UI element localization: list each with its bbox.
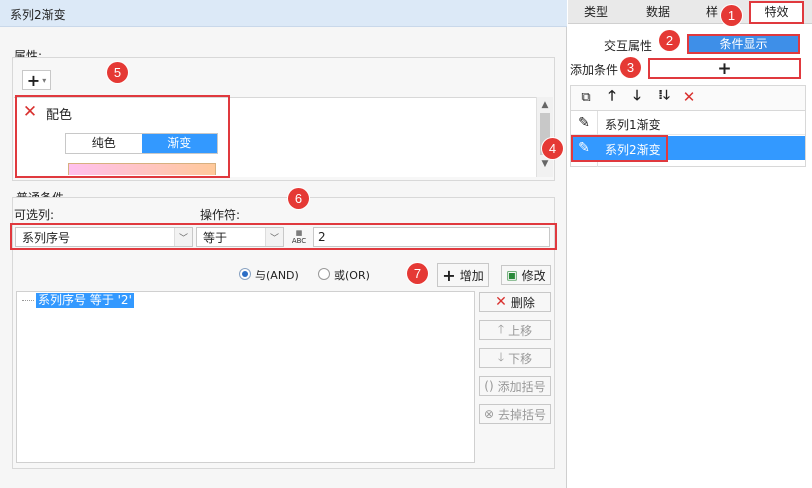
annotation-badge: 5: [107, 62, 128, 83]
tab-type[interactable]: 类型: [574, 0, 618, 24]
gradient-preview[interactable]: [68, 163, 216, 175]
and-label: 与(AND): [255, 269, 299, 282]
annotation-badge: 4: [542, 138, 563, 159]
operator-label: 操作符:: [200, 208, 241, 222]
radio-dot-icon: [242, 271, 248, 277]
operator-select-value: 等于: [203, 230, 228, 245]
condition-list[interactable]: [16, 291, 475, 463]
plus-icon: +: [442, 265, 456, 285]
delete-label: 删除: [510, 295, 535, 310]
list-item-label[interactable]: 系列1渐变: [605, 116, 661, 133]
remove-bracket-button[interactable]: ⊗ 去掉括号: [479, 404, 551, 424]
annotation-badge: 3: [620, 57, 641, 78]
delete-icon[interactable]: ✕: [682, 88, 696, 106]
chevron-down-icon: ﹀: [265, 228, 283, 246]
arrow-up-icon: 🡑: [497, 321, 505, 336]
gradient-option[interactable]: 渐变: [141, 134, 217, 153]
left-title-bar: [0, 0, 567, 27]
move-up-button[interactable]: 🡑 上移: [479, 320, 551, 340]
condition-display-label: 条件显示: [719, 37, 768, 51]
value-type-icon[interactable]: ▦ ABC: [287, 226, 311, 248]
color-mode-switch[interactable]: 纯色 渐变: [65, 133, 218, 154]
remove-bracket-icon: ⊗: [483, 407, 495, 421]
delete-color-icon[interactable]: ✕: [22, 102, 38, 122]
interactive-attr-label[interactable]: 交互属性: [604, 37, 652, 54]
condition-list-item[interactable]: 系列序号 等于 '2': [36, 293, 134, 308]
add-bracket-label: 添加括号: [497, 379, 546, 394]
modify-button[interactable]: ▣ 修改: [501, 265, 551, 285]
column-select-value: 系列序号: [22, 230, 71, 245]
condition-list-connector: [22, 300, 34, 301]
add-property-button[interactable]: + ▾: [22, 70, 51, 90]
annotation-badge: 6: [288, 188, 309, 209]
or-label: 或(OR): [334, 269, 370, 282]
value-input-text: 2: [318, 230, 326, 244]
move-down-button[interactable]: 🡓 下移: [479, 348, 551, 368]
move-bottom-icon[interactable]: ⁞🡓: [655, 88, 673, 105]
tab-data[interactable]: 数据: [636, 0, 680, 24]
annotation-badge: 2: [659, 30, 680, 51]
condition-display-button[interactable]: 条件显示: [687, 34, 800, 54]
annotation-badge: 1: [721, 5, 742, 26]
scroll-up-icon[interactable]: ▲: [537, 97, 553, 113]
copy-icon[interactable]: ⧉: [578, 89, 594, 105]
plus-icon: +: [717, 58, 732, 79]
delete-icon: ✕: [495, 294, 507, 310]
tab-effects[interactable]: 特效: [749, 1, 804, 24]
arrow-up-icon[interactable]: 🡑: [605, 88, 619, 105]
plus-icon: +: [26, 70, 41, 90]
arrow-down-icon: 🡓: [497, 349, 505, 364]
color-label: 配色: [46, 108, 73, 123]
add-condition-row-button[interactable]: +: [648, 58, 801, 79]
remove-bracket-label: 去掉括号: [498, 407, 547, 422]
and-radio[interactable]: [239, 268, 251, 280]
operator-select[interactable]: 等于 ﹀: [196, 227, 284, 247]
add-condition-label: 添加条件: [570, 63, 619, 77]
column-select[interactable]: 系列序号 ﹀: [15, 227, 193, 247]
add-bracket-button[interactable]: () 添加括号: [479, 376, 551, 396]
column-label: 可选列:: [14, 208, 55, 222]
arrow-down-icon[interactable]: 🡓: [630, 88, 644, 105]
bracket-icon: (): [484, 379, 494, 393]
delete-button[interactable]: ✕ 删除: [479, 292, 551, 312]
move-down-label: 下移: [508, 351, 533, 366]
list-item-label[interactable]: 系列2渐变: [605, 141, 661, 158]
solid-option[interactable]: 纯色: [66, 134, 142, 153]
or-radio[interactable]: [318, 268, 330, 280]
add-condition-button[interactable]: + 增加: [437, 263, 489, 287]
annotation-badge: 7: [407, 263, 428, 284]
modify-icon: ▣: [506, 268, 518, 282]
chevron-down-icon: ▾: [42, 75, 47, 85]
add-condition-label: 增加: [459, 268, 484, 283]
abc-glyph-icon: ABC: [291, 237, 307, 245]
edit-icon[interactable]: ✎: [575, 114, 593, 132]
properties-scrollbar[interactable]: ▲ ▼: [536, 97, 553, 177]
chevron-down-icon: ﹀: [174, 228, 192, 246]
value-input[interactable]: 2: [313, 227, 550, 247]
move-up-label: 上移: [508, 323, 533, 338]
modify-label: 修改: [521, 268, 546, 283]
left-title: 系列2渐变: [10, 8, 66, 22]
edit-icon[interactable]: ✎: [575, 139, 593, 157]
abc-icon: ▦: [295, 229, 303, 237]
